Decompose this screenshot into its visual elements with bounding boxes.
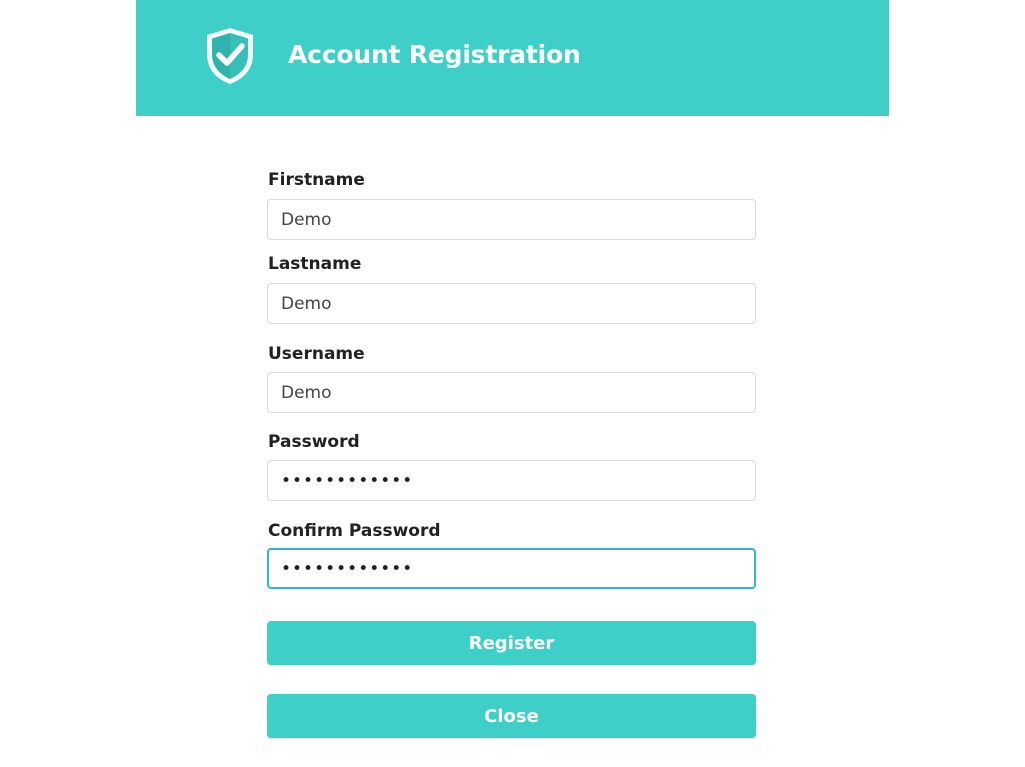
page-title: Account Registration xyxy=(288,40,581,69)
shield-check-icon xyxy=(207,28,253,84)
password-input[interactable] xyxy=(267,460,756,501)
close-button[interactable]: Close xyxy=(267,694,756,738)
register-button[interactable]: Register xyxy=(267,621,756,665)
password-label: Password xyxy=(268,432,360,452)
app-header: Account Registration xyxy=(136,0,889,116)
lastname-label: Lastname xyxy=(268,254,362,274)
confirm-password-input[interactable] xyxy=(267,548,756,589)
confirm-password-label: Confirm Password xyxy=(268,521,441,541)
username-label: Username xyxy=(268,344,365,364)
firstname-input[interactable] xyxy=(267,199,756,240)
firstname-label: Firstname xyxy=(268,170,365,190)
lastname-input[interactable] xyxy=(267,283,756,324)
username-input[interactable] xyxy=(267,372,756,413)
